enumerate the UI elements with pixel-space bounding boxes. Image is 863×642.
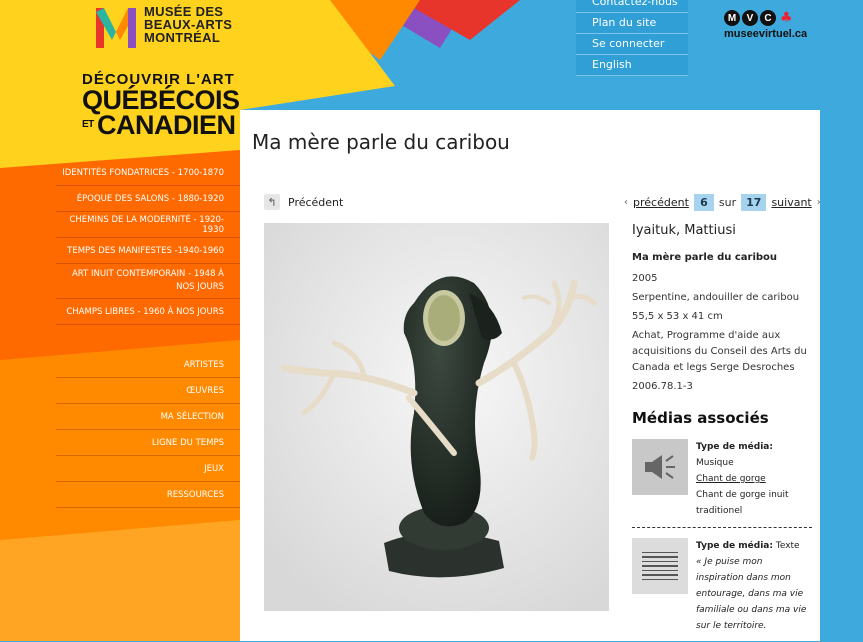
mvc-dots: M V C ♣ xyxy=(724,10,807,26)
media-type-label: Type de média: xyxy=(696,442,773,452)
artwork-accession: 2006.78.1-3 xyxy=(632,381,693,392)
menu-item-period[interactable]: CHEMINS DE LA MODERNITÉ - 1920-1930 xyxy=(56,212,240,238)
media-type-value: Texte xyxy=(775,541,800,551)
artwork-info: Iyaituk, Mattiusi Ma mère parle du carib… xyxy=(632,223,812,642)
mvc-letter-v: V xyxy=(742,10,758,26)
menu-item-period[interactable]: IDENTITÉS FONDATRICES - 1700-1870 xyxy=(56,160,240,186)
artwork-year: 2005 xyxy=(632,273,658,284)
pager-previous-link[interactable]: précédent xyxy=(633,196,689,209)
media-type-label: Type de média: xyxy=(696,541,773,551)
nav-sitemap[interactable]: Plan du site xyxy=(576,13,688,34)
logo-m-icon xyxy=(96,8,136,48)
content-panel: Ma mère parle du caribou ↰ Précédent ‹ p… xyxy=(240,110,821,642)
pager-separator: sur xyxy=(718,196,737,209)
pager-next-link[interactable]: suivant xyxy=(771,196,811,209)
artwork-medium: Serpentine, andouiller de caribou xyxy=(632,292,800,303)
artwork-image[interactable] xyxy=(264,223,609,611)
menu-item-resources[interactable]: RESSOURCES xyxy=(56,482,240,508)
media-item[interactable]: Type de média: Musique Chant de gorge Ch… xyxy=(632,439,812,527)
chevron-right-icon: › xyxy=(816,197,821,208)
pagination: ‹ précédent 6 sur 17 suivant › xyxy=(624,194,821,211)
mvc-letter-c: C xyxy=(760,10,776,26)
artwork-dimensions: 55,5 x 53 x 41 cm xyxy=(632,311,723,322)
media-description: Chant de gorge inuit traditionel xyxy=(696,490,789,516)
menu-item-artists[interactable]: ARTISTES xyxy=(56,352,240,378)
maple-leaf-icon: ♣ xyxy=(780,10,793,26)
menu-item-games[interactable]: JEUX xyxy=(56,456,240,482)
artwork-credit: Achat, Programme d'aide aux acquisitions… xyxy=(632,330,807,373)
media-item[interactable]: Type de média: Texte « Je puise mon insp… xyxy=(632,527,812,642)
menu-item-period[interactable]: ART INUIT CONTEMPORAIN - 1948 À NOS JOUR… xyxy=(56,264,240,299)
mvc-url: museevirtuel.ca xyxy=(724,28,808,40)
nav-english[interactable]: English xyxy=(576,55,688,76)
menu-item-period[interactable]: CHAMPS LIBRES - 1960 À NOS JOURS xyxy=(56,299,240,325)
artwork-title: Ma mère parle du caribou xyxy=(632,252,778,263)
menu-item-timeline[interactable]: LIGNE DU TEMPS xyxy=(56,430,240,456)
period-menu: IDENTITÉS FONDATRICES - 1700-1870 ÉPOQUE… xyxy=(56,160,240,325)
discover-et: ET xyxy=(82,119,94,130)
media-type-value: Musique xyxy=(696,458,734,468)
museum-logo[interactable]: MUSÉE DES BEAUX-ARTS MONTRÉAL xyxy=(60,0,240,62)
page-title: Ma mère parle du caribou xyxy=(252,130,510,154)
chevron-left-icon: ‹ xyxy=(624,197,628,208)
tools-menu: ARTISTES ŒUVRES MA SÉLECTION LIGNE DU TE… xyxy=(56,352,240,508)
pager-current: 6 xyxy=(693,194,714,211)
speaker-icon[interactable] xyxy=(632,439,688,495)
logo-text: MUSÉE DES BEAUX-ARTS MONTRÉAL xyxy=(144,4,233,45)
discover-heading[interactable]: DÉCOUVRIR L'ART QUÉBÉCOIS ET CANADIEN xyxy=(82,72,240,140)
menu-item-period[interactable]: ÉPOQUE DES SALONS - 1880-1920 xyxy=(56,186,240,212)
speaker-glyph xyxy=(645,455,675,479)
menu-item-period[interactable]: TEMPS DES MANIFESTES -1940-1960 xyxy=(56,238,240,264)
media-text: Type de média: Texte « Je puise mon insp… xyxy=(696,538,812,634)
back-arrow-icon: ↰ xyxy=(264,194,280,210)
discover-line-3: CANADIEN xyxy=(97,110,236,140)
menu-item-works[interactable]: ŒUVRES xyxy=(56,378,240,404)
artist-name: Iyaituk, Mattiusi xyxy=(632,223,736,238)
menu-item-my-selection[interactable]: MA SÉLECTION xyxy=(56,404,240,430)
document-icon[interactable] xyxy=(632,538,688,594)
previous-button[interactable]: ↰ Précédent xyxy=(264,194,343,210)
mvc-logo[interactable]: M V C ♣ museevirtuel.ca xyxy=(724,10,807,40)
nav-login[interactable]: Se connecter xyxy=(576,34,688,55)
nav-contact[interactable]: Contactez-nous xyxy=(576,0,688,13)
top-nav: Contactez-nous Plan du site Se connecter… xyxy=(576,0,688,76)
previous-label: Précédent xyxy=(288,195,344,209)
media-heading: Médias associés xyxy=(632,409,769,427)
sculpture-illustration xyxy=(264,223,609,611)
discover-line-3-wrap: ET CANADIEN xyxy=(82,110,240,140)
media-quote: « Je puise mon inspiration dans mon ento… xyxy=(696,557,807,631)
media-text: Type de média: Musique Chant de gorge Ch… xyxy=(696,439,812,519)
mvc-letter-m: M xyxy=(724,10,740,26)
media-link[interactable]: Chant de gorge xyxy=(696,474,766,484)
pager-total: 17 xyxy=(741,194,767,211)
